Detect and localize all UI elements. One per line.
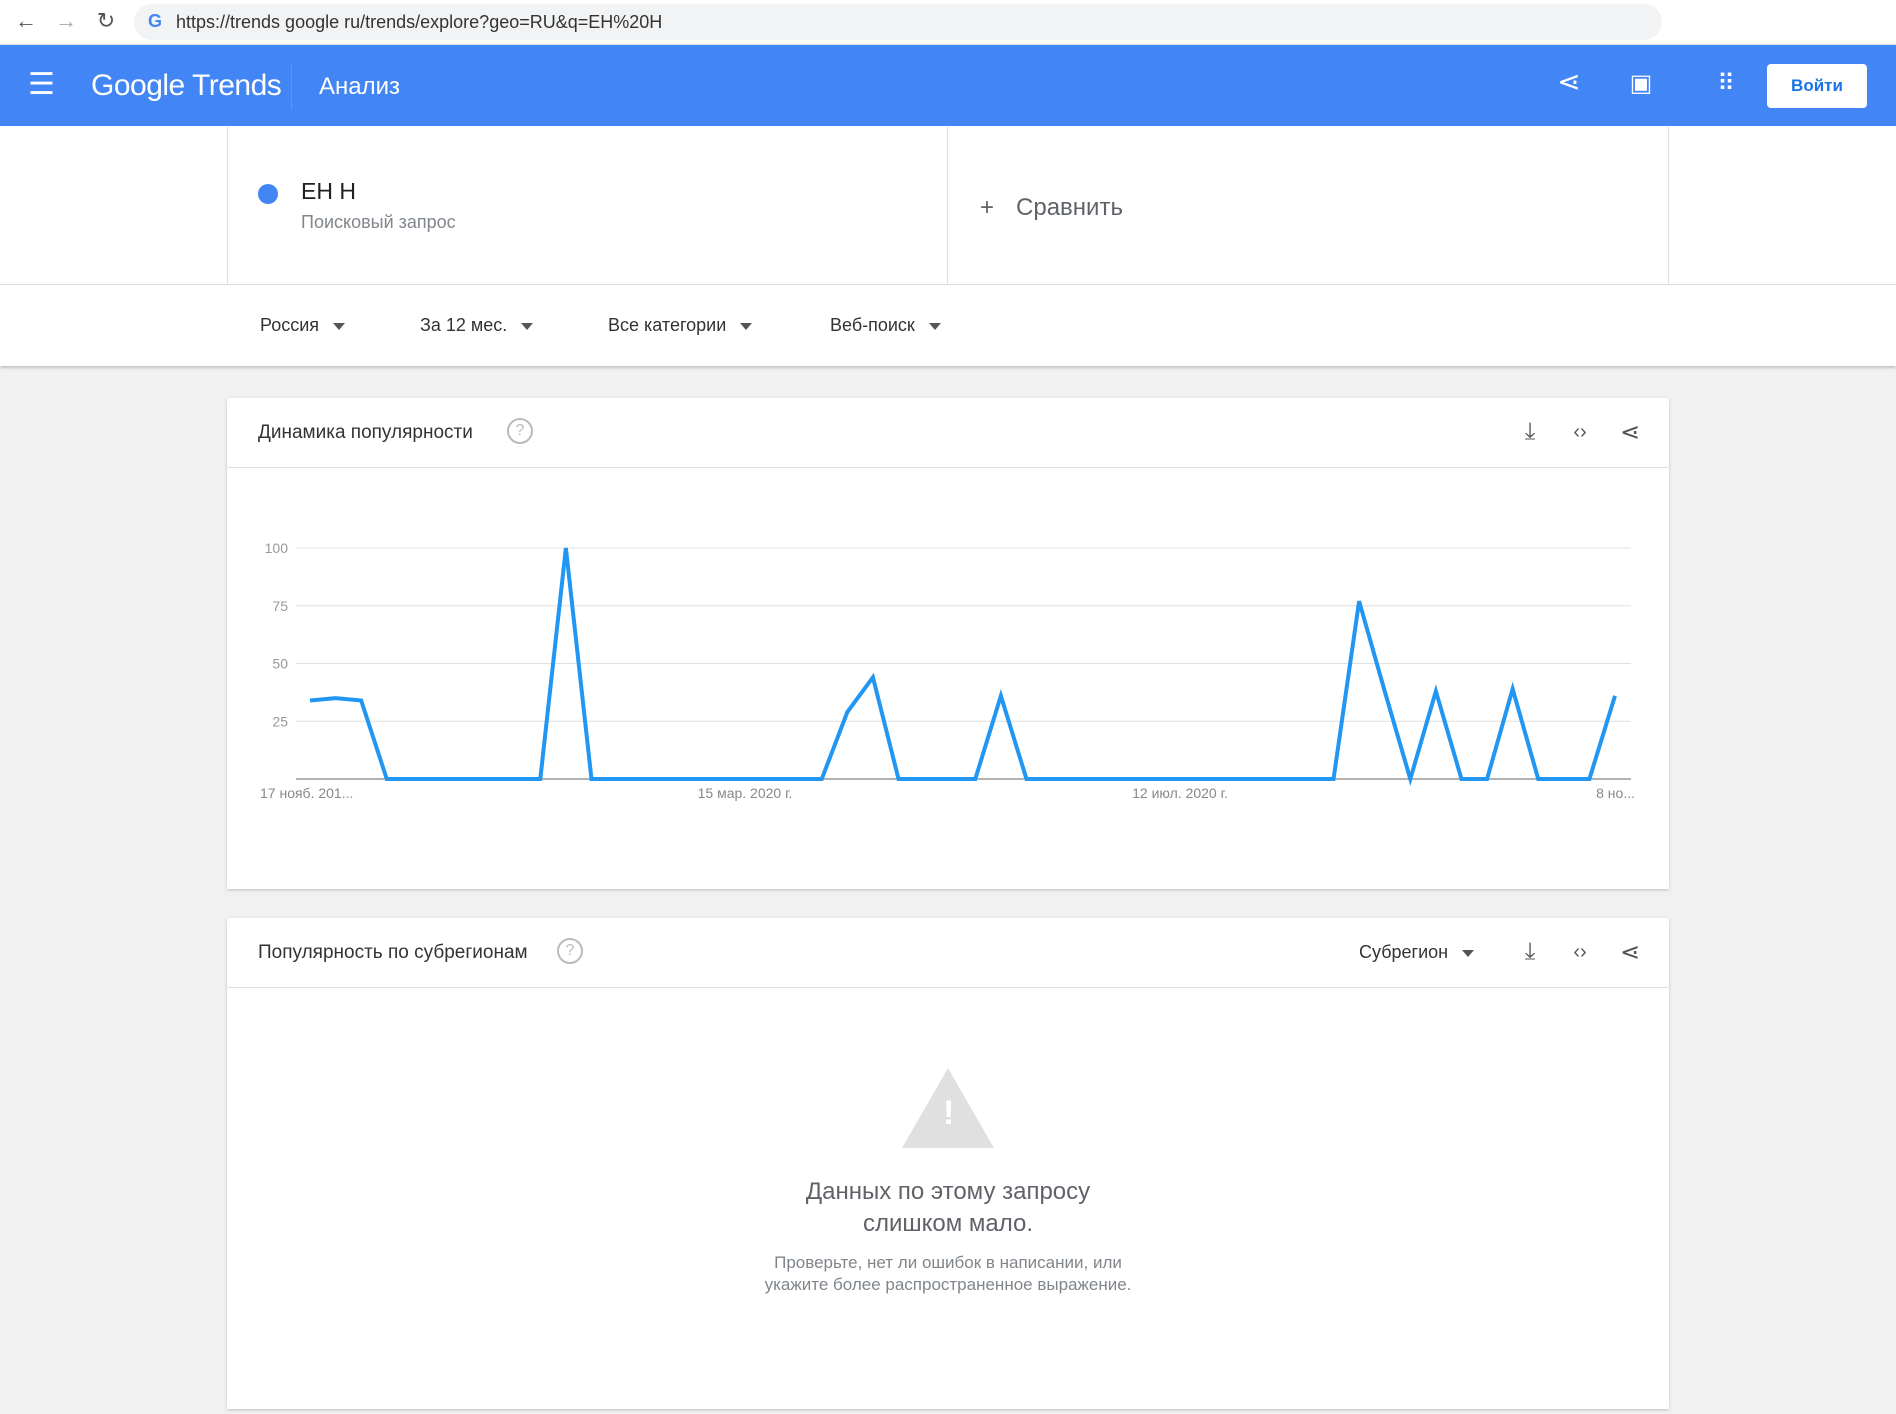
search-type-dropdown[interactable]: Веб-поиск <box>830 315 941 336</box>
logo[interactable]: Google Trends <box>91 69 282 103</box>
x-tick-label: 12 июл. 2020 г. <box>1132 785 1228 801</box>
divider <box>291 63 292 109</box>
empty-state: ! Данных по этому запросу слишком мало. … <box>227 1068 1669 1296</box>
resolution-label: Субрегион <box>1359 942 1449 962</box>
menu-icon[interactable]: ☰ <box>28 67 55 102</box>
search-bar: EH H Поисковый запрос + Сравнить <box>0 126 1896 285</box>
caret-down-icon <box>521 322 534 330</box>
url-text: https://trends google ru/trends/explore?… <box>176 12 663 32</box>
download-icon[interactable]: ⤓ <box>1514 418 1546 446</box>
card-title: Динамика популярности <box>258 422 473 443</box>
browser-toolbar: ← → ↻ Ghttps://trends google ru/trends/e… <box>0 0 1896 45</box>
share-icon[interactable]: ⋖ <box>1614 418 1646 447</box>
caret-down-icon <box>740 322 753 330</box>
card-header: Динамика популярности ? ⤓ ‹› ⋖ <box>227 398 1669 468</box>
embed-icon[interactable]: ‹› <box>1564 941 1596 964</box>
share-icon[interactable]: ⋖ <box>1551 65 1587 98</box>
search-term[interactable]: EH H Поисковый запрос <box>227 126 948 285</box>
y-tick-label: 50 <box>272 656 288 672</box>
term-text: EH H <box>301 178 356 204</box>
embed-icon[interactable]: ‹› <box>1564 421 1596 444</box>
region-dropdown[interactable]: Россия <box>260 315 346 336</box>
resolution-dropdown[interactable]: Субрегион <box>1359 942 1475 963</box>
x-tick-label: 15 мар. 2020 г. <box>698 785 793 801</box>
forward-icon[interactable]: → <box>52 8 80 34</box>
page-title: Анализ <box>319 73 401 100</box>
back-icon[interactable]: ← <box>12 8 40 34</box>
share-icon[interactable]: ⋖ <box>1614 938 1646 967</box>
address-bar[interactable]: Ghttps://trends google ru/trends/explore… <box>134 4 1662 40</box>
subregion-card: Популярность по субрегионам ? Субрегион … <box>227 918 1669 1409</box>
apps-icon[interactable]: ⠿ <box>1708 69 1744 98</box>
login-button[interactable]: Войти <box>1767 64 1867 108</box>
feedback-icon[interactable]: ▣ <box>1623 69 1659 98</box>
y-tick-label: 25 <box>272 713 288 729</box>
region-label: Россия <box>260 315 320 335</box>
y-tick-label: 75 <box>272 598 288 614</box>
empty-subtitle: Проверьте, нет ли ошибок в написании, ил… <box>764 1253 1132 1294</box>
interest-over-time-card: Динамика популярности ? ⤓ ‹› ⋖ 25 50 75 100… <box>227 398 1669 889</box>
search-type-label: Веб-поиск <box>830 315 915 335</box>
download-icon[interactable]: ⤓ <box>1514 938 1546 966</box>
caret-down-icon <box>333 322 346 330</box>
y-tick-label: 100 <box>265 540 289 556</box>
term-type: Поисковый запрос <box>301 212 456 232</box>
term-color-dot <box>258 184 278 204</box>
reload-icon[interactable]: ↻ <box>92 8 120 34</box>
time-dropdown[interactable]: За 12 мес. <box>420 315 534 336</box>
compare-label: + Сравнить <box>980 194 1123 222</box>
caret-down-icon <box>928 322 941 330</box>
plus-icon: + <box>980 194 995 221</box>
caret-down-icon <box>1462 949 1475 957</box>
card-header: Популярность по субрегионам ? Субрегион … <box>227 918 1669 988</box>
card-title: Популярность по субрегионам <box>258 942 528 963</box>
help-icon[interactable]: ? <box>507 418 533 444</box>
x-tick-label: 8 но... <box>1596 785 1635 801</box>
line-chart: 25 50 75 100 17 нояб. 201... 15 мар. 2020 г. 1… <box>260 540 1635 801</box>
time-label: За 12 мес. <box>420 315 508 335</box>
google-icon: G <box>148 11 163 31</box>
compare-text: Сравнить <box>1016 194 1123 221</box>
x-tick-label: 17 нояб. 201... <box>260 785 353 801</box>
category-label: Все категории <box>608 315 727 335</box>
help-icon[interactable]: ? <box>557 938 583 964</box>
app-header: ☰ Google Trends Анализ ⋖ ▣ ⠿ Войти <box>0 45 1896 126</box>
filter-bar: Россия За 12 мес. Все категории Веб-поис… <box>0 285 1896 366</box>
warning-icon: ! <box>902 1068 994 1148</box>
compare-button[interactable]: + Сравнить <box>948 126 1669 285</box>
empty-title: Данных по этому запросу слишком мало. <box>805 1178 1091 1237</box>
category-dropdown[interactable]: Все категории <box>608 315 753 336</box>
